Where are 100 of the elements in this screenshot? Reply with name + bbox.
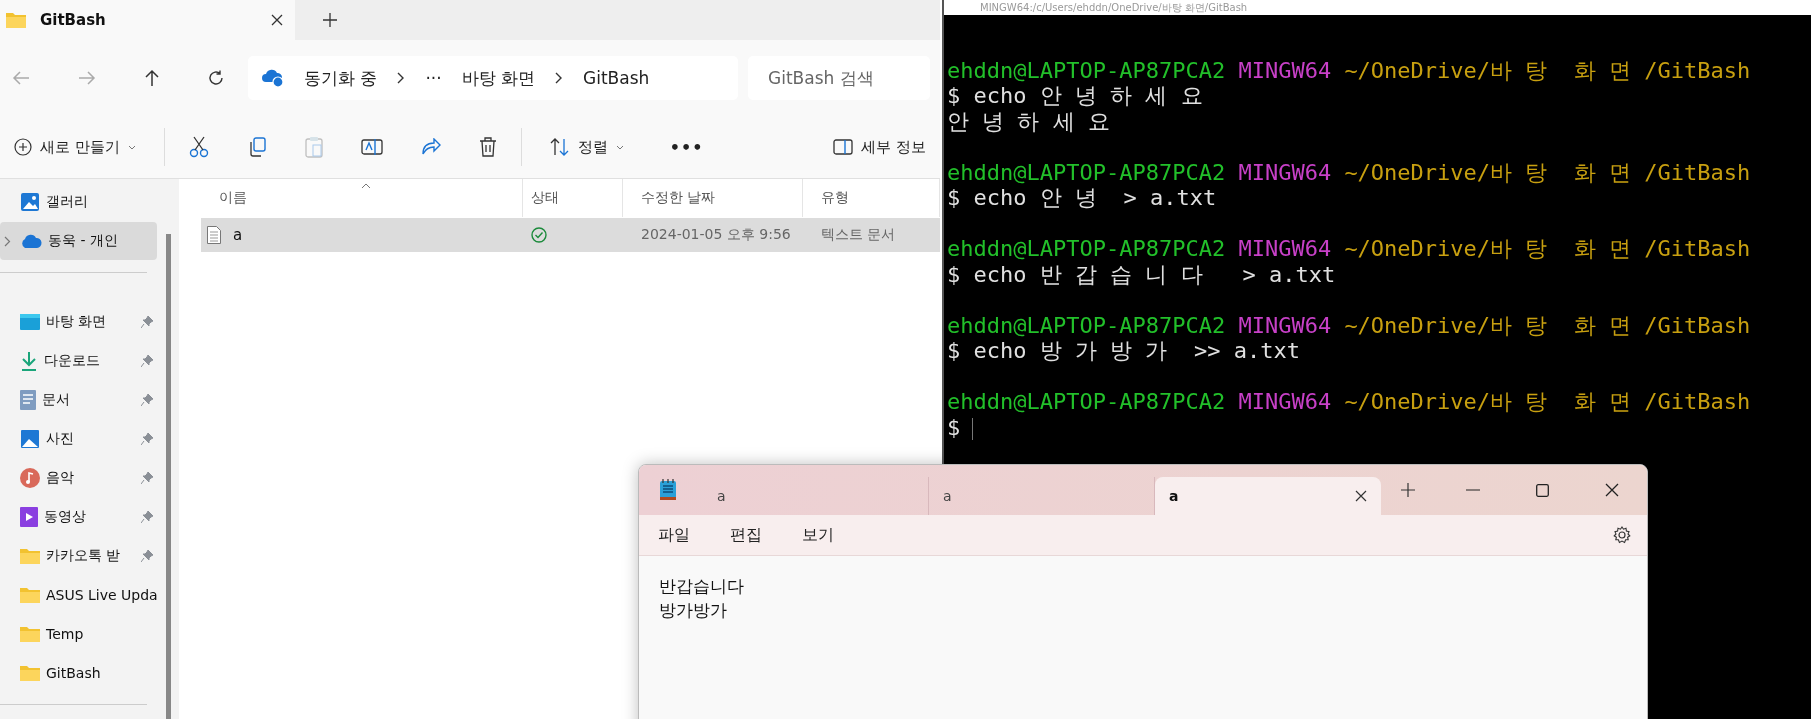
sidebar-item[interactable]: 동영상 (0, 498, 157, 536)
sidebar-item[interactable]: 음악 (0, 459, 157, 497)
sidebar-item[interactable]: GitBash (0, 654, 157, 692)
prompt-system: MINGW64 (1238, 57, 1332, 83)
expand-icon[interactable] (3, 235, 11, 247)
new-tab-icon[interactable] (323, 13, 337, 27)
window-tab[interactable]: GitBash (0, 0, 295, 40)
close-icon[interactable] (271, 14, 283, 26)
document-icon (20, 390, 36, 410)
cloud-sync-icon (262, 69, 284, 87)
sidebar-item[interactable]: 사진 (0, 420, 157, 458)
prompt-path: ~/OneDrive/바 탕 화 면 /GitBash (1344, 312, 1751, 338)
command-line: $ echo 안 녕 > a.txt (947, 185, 1217, 210)
breadcrumb[interactable]: 바탕 화면 (461, 66, 536, 90)
address-bar[interactable]: 동기화 중 ··· 바탕 화면 GitBash (248, 56, 738, 100)
sidebar-item[interactable]: ASUS Live Upda (0, 576, 157, 614)
file-row[interactable]: a 2024-01-05 오후 9:56 텍스트 문서 (201, 218, 940, 252)
text-line: 반갑습니다 (659, 575, 745, 598)
new-tab-icon[interactable] (1401, 483, 1415, 497)
command-line: $ echo 반 갑 습 니 다 > a.txt (947, 261, 1336, 287)
prompt-user: ehddn@LAPTOP-AP87PCA2 (947, 312, 1226, 338)
pin-icon (141, 472, 153, 484)
column-header[interactable]: 유형 (803, 179, 940, 217)
video-icon (20, 507, 38, 527)
prompt-user: ehddn@LAPTOP-AP87PCA2 (947, 236, 1226, 261)
pin-icon (141, 433, 153, 445)
document-tab[interactable]: a (1155, 477, 1381, 515)
prompt-path: ~/OneDrive/바 탕 화 면 /GitBash (1344, 236, 1751, 261)
file-name: a (233, 226, 243, 244)
music-icon (20, 468, 40, 488)
prompt-user: ehddn@LAPTOP-AP87PCA2 (947, 57, 1226, 83)
menu-item[interactable]: 편집 (730, 524, 762, 546)
search-field[interactable]: GitBash 검색 (748, 56, 930, 100)
pin-icon (141, 394, 153, 406)
prompt-sign: $ (947, 414, 961, 440)
gallery-icon (20, 192, 40, 212)
pin-icon (141, 511, 153, 523)
desktop-icon (20, 314, 40, 330)
table-cell-text: 2024-01-05 오후 9:56 (640, 225, 792, 244)
text-editor[interactable]: 반갑습니다 방가방가 (639, 556, 1647, 719)
sort-icon (549, 138, 570, 156)
download-icon (20, 351, 38, 371)
menu-item[interactable]: 파일 (658, 524, 690, 546)
sort-caret-icon (361, 183, 371, 189)
folder-icon (6, 12, 26, 28)
sidebar-item[interactable]: 문서 (0, 381, 157, 419)
sidebar-item[interactable]: Temp (0, 615, 157, 653)
details-button[interactable]: 세부 정보 (829, 133, 930, 161)
scrollbar-thumb[interactable] (165, 234, 171, 719)
maximize-icon[interactable] (1536, 483, 1549, 497)
chevron-icon (397, 72, 406, 84)
column-header[interactable]: 상태 (523, 179, 623, 217)
cloud-icon (20, 234, 42, 248)
table-cell-text: 텍스트 문서 (820, 225, 897, 244)
window-title: MINGW64:/c/Users/ehddn/OneDrive/바탕 화면/GitBash (944, 0, 1811, 15)
caret-icon (615, 144, 624, 150)
sort-button[interactable]: 정렬 (545, 133, 628, 161)
notepad-icon (659, 479, 677, 501)
settings-icon[interactable] (1613, 526, 1631, 544)
share-icon[interactable] (420, 138, 441, 156)
sidebar-item[interactable]: 카카오톡 받 (0, 537, 157, 575)
picture-icon (20, 429, 40, 449)
breadcrumb[interactable]: GitBash (583, 68, 650, 88)
prompt-path: ~/OneDrive/바 탕 화 면 /GitBash (1344, 389, 1751, 414)
menu-item[interactable]: 보기 (802, 524, 834, 546)
breadcrumb[interactable]: ··· (425, 68, 442, 88)
column-header[interactable]: 수정한 날짜 (623, 179, 803, 217)
text-cursor (972, 417, 974, 440)
chevron-icon (555, 72, 564, 84)
text-line: 방가방가 (659, 599, 728, 622)
prompt-user: ehddn@LAPTOP-AP87PCA2 (947, 159, 1226, 185)
folder-icon (20, 548, 40, 564)
folder-icon (20, 587, 40, 603)
sidebar-item[interactable]: 동욱 - 개인 (0, 222, 157, 260)
prompt-user: ehddn@LAPTOP-AP87PCA2 (947, 389, 1226, 414)
prompt-system: MINGW64 (1238, 312, 1332, 338)
column-header[interactable]: 이름 (201, 179, 523, 217)
breadcrumb[interactable]: 동기화 중 (304, 66, 378, 90)
command-output: 안 녕 하 세 요 (947, 108, 1110, 134)
cut-icon[interactable] (188, 136, 209, 158)
delete-icon[interactable] (478, 137, 497, 157)
close-icon[interactable] (1355, 490, 1367, 502)
prompt-path: ~/OneDrive/바 탕 화 면 /GitBash (1344, 57, 1751, 83)
command-line: $ echo 안 녕 하 세 요 (947, 83, 1203, 108)
up-icon[interactable] (144, 69, 160, 87)
folder-icon (20, 665, 40, 681)
new-button[interactable]: 새로 만들기 (10, 133, 140, 161)
details-pane-icon (833, 139, 854, 155)
caret-icon (127, 144, 136, 150)
prompt-system: MINGW64 (1238, 159, 1332, 185)
sidebar-item[interactable]: 다운로드 (0, 342, 157, 380)
refresh-icon[interactable] (208, 70, 224, 86)
sidebar-item[interactable]: 갤러리 (0, 183, 157, 221)
command-line: $ echo 방 가 방 가 >> a.txt (947, 338, 1300, 363)
more-button[interactable]: ••• (665, 133, 708, 161)
pin-icon (141, 355, 153, 367)
plus-circle-icon (14, 138, 32, 156)
close-icon[interactable] (1605, 483, 1619, 497)
sidebar-item[interactable]: 바탕 화면 (0, 303, 157, 341)
rename-icon[interactable] (360, 137, 383, 157)
